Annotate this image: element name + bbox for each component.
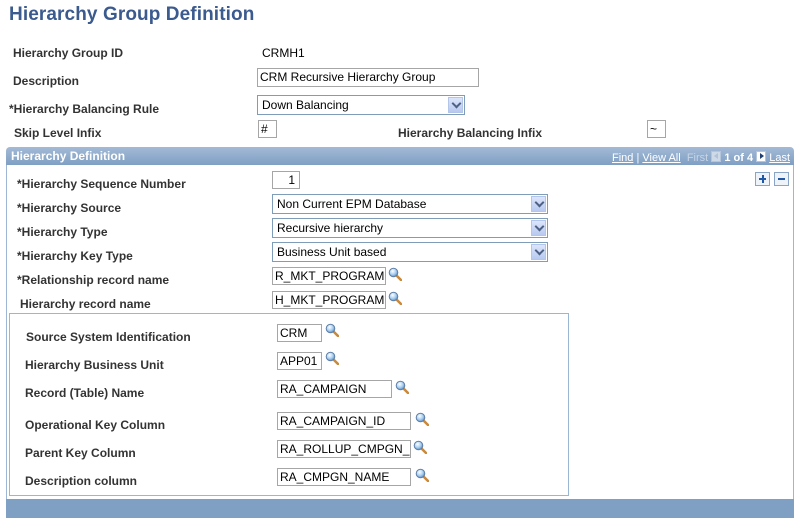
magnifying-glass-icon[interactable] (415, 468, 429, 482)
relationship-record-input[interactable]: R_MKT_PROGRAM (272, 267, 386, 285)
record-name-input[interactable]: RA_CAMPAIGN (277, 380, 392, 398)
description-column-label: Description column (25, 474, 138, 488)
group-id-value: CRMH1 (262, 46, 305, 60)
balancing-infix-label: Hierarchy Balancing Infix (398, 126, 543, 140)
last-link[interactable]: Last (769, 152, 790, 164)
key-type-select[interactable]: Business Unit based (272, 242, 548, 262)
hierarchy-type-label: *Hierarchy Type (17, 225, 108, 239)
skip-level-infix-label: Skip Level Infix (14, 126, 102, 140)
triangle-left-icon (711, 151, 722, 162)
hierarchy-record-label: Hierarchy record name (20, 297, 151, 311)
chevron-down-icon[interactable] (531, 196, 546, 212)
row-navigation: Find | View All First 1 of 4 Last (612, 151, 790, 164)
panel-footer (6, 499, 794, 518)
hierarchy-source-select[interactable]: Non Current EPM Database (272, 194, 548, 214)
description-label: Description (13, 74, 80, 88)
parent-key-label: Parent Key Column (25, 446, 136, 460)
chevron-down-icon[interactable] (531, 244, 546, 260)
sequence-number-label: *Hierarchy Sequence Number (17, 177, 186, 191)
find-link[interactable]: Find (612, 152, 633, 164)
key-type-value: Business Unit based (277, 245, 387, 259)
magnifying-glass-icon[interactable] (325, 351, 339, 365)
hierarchy-type-value: Recursive hierarchy (277, 221, 384, 235)
operational-key-label: Operational Key Column (25, 418, 166, 432)
magnifying-glass-icon[interactable] (388, 291, 402, 305)
balancing-rule-value: Down Balancing (262, 98, 349, 112)
magnifying-glass-icon[interactable] (413, 440, 427, 454)
first-link: First (686, 152, 709, 164)
magnifying-glass-icon[interactable] (388, 267, 402, 281)
balancing-infix-input[interactable]: ~ (647, 120, 666, 138)
triangle-right-icon[interactable] (756, 151, 767, 162)
hierarchy-record-input[interactable]: H_MKT_PROGRAM (272, 291, 386, 309)
key-type-label: *Hierarchy Key Type (17, 249, 133, 263)
plus-icon[interactable] (755, 172, 770, 186)
chevron-down-icon[interactable] (448, 97, 463, 113)
relationship-record-label: *Relationship record name (17, 273, 170, 287)
description-input[interactable]: CRM Recursive Hierarchy Group (257, 68, 479, 87)
hierarchy-type-select[interactable]: Recursive hierarchy (272, 218, 548, 238)
view-all-link[interactable]: View All (642, 152, 680, 164)
group-id-label: Hierarchy Group ID (13, 46, 124, 60)
magnifying-glass-icon[interactable] (325, 323, 339, 337)
row-count: 1 of 4 (724, 152, 754, 164)
description-column-input[interactable]: RA_CMPGN_NAME (277, 468, 411, 486)
nav-separator: | (636, 152, 640, 164)
business-unit-label: Hierarchy Business Unit (25, 358, 164, 372)
operational-key-input[interactable]: RA_CAMPAIGN_ID (277, 412, 411, 430)
parent-key-input[interactable]: RA_ROLLUP_CMPGN_I (277, 440, 411, 458)
source-system-label: Source System Identification (26, 330, 191, 344)
sequence-number-input[interactable]: 1 (272, 171, 300, 189)
hierarchy-definition-header: Hierarchy Definition Find | View All Fir… (6, 147, 794, 165)
record-name-label: Record (Table) Name (25, 386, 145, 400)
chevron-down-icon[interactable] (531, 220, 546, 236)
magnifying-glass-icon[interactable] (415, 412, 429, 426)
magnifying-glass-icon[interactable] (395, 380, 409, 394)
panel-title: Hierarchy Definition (11, 149, 126, 163)
balancing-rule-select[interactable]: Down Balancing (257, 95, 465, 115)
business-unit-input[interactable]: APP01 (277, 352, 322, 370)
page-title: Hierarchy Group Definition (9, 4, 255, 25)
hierarchy-source-label: *Hierarchy Source (17, 201, 122, 215)
skip-level-infix-input[interactable]: # (258, 120, 277, 138)
hierarchy-source-value: Non Current EPM Database (277, 197, 427, 211)
balancing-rule-label: *Hierarchy Balancing Rule (9, 102, 160, 116)
source-system-input[interactable]: CRM (277, 324, 322, 342)
minus-icon[interactable] (774, 172, 789, 186)
